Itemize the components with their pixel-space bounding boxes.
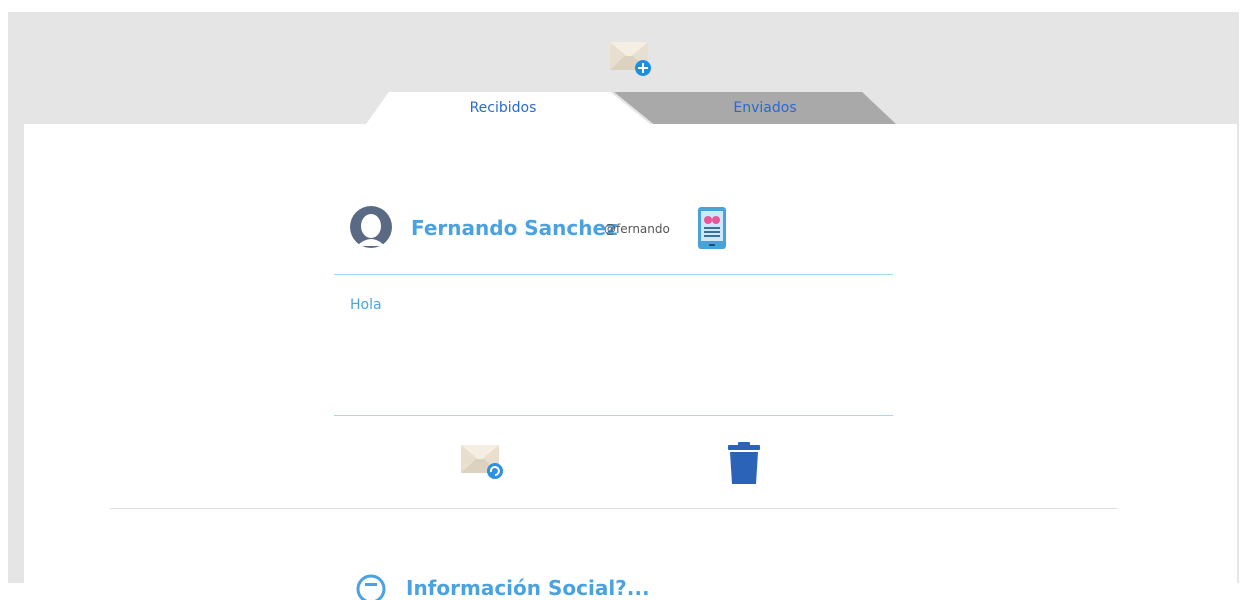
- delete-button[interactable]: [724, 440, 764, 486]
- info-icon: [356, 574, 386, 600]
- next-message-preview[interactable]: Información Social?...: [356, 570, 676, 600]
- next-message-title: Información Social?...: [406, 576, 650, 600]
- tab-recibidos[interactable]: Recibidos: [366, 92, 650, 124]
- tab-enviados-label: Enviados: [733, 100, 797, 116]
- sender-name[interactable]: Fernando Sanchez: [411, 216, 618, 240]
- trash-icon: [728, 442, 760, 484]
- message-separator: [110, 508, 1117, 509]
- sender-handle: @fernando: [604, 222, 670, 236]
- reply-button[interactable]: [460, 443, 508, 481]
- tab-recibidos-label: Recibidos: [469, 100, 537, 116]
- message-panel: [24, 124, 1237, 583]
- body-divider: [334, 415, 893, 416]
- message-body: Hola: [350, 297, 382, 313]
- message-header: Fernando Sanchez @fernando: [350, 206, 750, 252]
- envelope-reply-icon: [461, 445, 503, 479]
- mobile-device-icon: [698, 207, 726, 249]
- compose-button[interactable]: [608, 40, 654, 78]
- header-divider: [334, 274, 893, 275]
- tab-enviados[interactable]: Enviados: [614, 92, 896, 124]
- envelope-plus-icon: [610, 42, 651, 76]
- user-avatar-icon: [350, 206, 392, 248]
